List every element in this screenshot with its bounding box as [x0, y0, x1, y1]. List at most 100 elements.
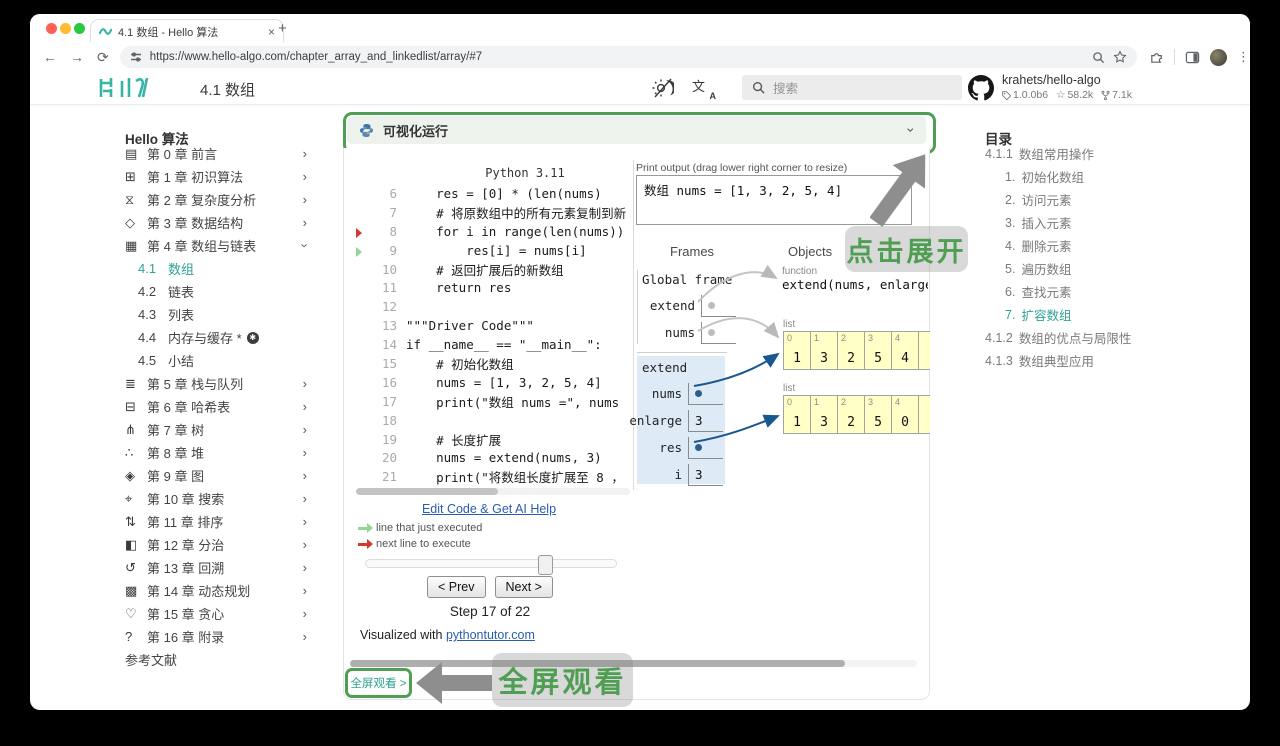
- sidebar-item-ch7[interactable]: ⋔ 第 7 章 树 ›: [125, 418, 307, 441]
- sidebar-item-ch12[interactable]: ◧ 第 12 章 分治 ›: [125, 533, 307, 556]
- toc-item-4-1-2[interactable]: 4.1.2 数组的优点与局限性: [985, 326, 1225, 349]
- reload-icon[interactable]: ⟳: [97, 49, 109, 66]
- visual-run-summary[interactable]: 可视化运行 ›: [347, 116, 926, 144]
- scrollbar-thumb[interactable]: [356, 488, 498, 495]
- maximize-window-button[interactable]: [74, 23, 85, 34]
- hello-algo-logo[interactable]: [98, 75, 152, 101]
- toc-item-4-1-3[interactable]: 4.1.3 数组典型应用: [985, 349, 1225, 372]
- hash-icon: ⊟: [125, 398, 136, 414]
- sidebar-item-4-4[interactable]: 4.4 内存与缓存 * ✱: [125, 326, 307, 349]
- tab-close-icon[interactable]: ×: [268, 25, 275, 39]
- edit-code-link[interactable]: Edit Code & Get AI Help: [422, 502, 556, 516]
- browser-tab[interactable]: 4.1 数组 - Hello 算法 ×: [90, 19, 284, 43]
- python-icon: [359, 123, 374, 137]
- github-repo-link[interactable]: krahets/hello-algo 1.0.0b6 ☆ 58.2k 7.1k: [968, 74, 1132, 101]
- sidebar-item-ch14[interactable]: ▩ 第 14 章 动态规划 ›: [125, 579, 307, 602]
- new-tab-button[interactable]: +: [278, 20, 287, 37]
- toc-item-6[interactable]: 6. 查找元素: [985, 280, 1225, 303]
- chevron-right-icon: ›: [302, 560, 307, 575]
- sort-icon: ⇅: [125, 513, 136, 529]
- back-icon[interactable]: ←: [43, 49, 57, 65]
- fullscreen-link[interactable]: 全屏观看 >: [351, 675, 407, 691]
- sidebar-item-references[interactable]: 参考文献: [125, 648, 307, 671]
- browser-toolbar: ← → ⟳ https://www.hello-algo.com/chapter…: [30, 42, 1250, 73]
- sidebar-item-4-5[interactable]: 4.5 小结: [125, 349, 307, 372]
- chevron-right-icon: ›: [302, 629, 307, 644]
- url-text[interactable]: https://www.hello-algo.com/chapter_array…: [150, 51, 1084, 63]
- annotation-highlight-box: 全屏观看 >: [345, 668, 412, 698]
- sidebar-item-ch2[interactable]: ⧖ 第 2 章 复杂度分析 ›: [125, 188, 307, 211]
- search-icon: [752, 81, 765, 94]
- fork-icon: [1101, 90, 1110, 100]
- toc-item-1[interactable]: 1. 初始化数组: [985, 165, 1225, 188]
- side-panel-icon[interactable]: [1185, 50, 1200, 65]
- toc-item-7[interactable]: 7. 扩容数组: [985, 303, 1225, 326]
- github-icon: [968, 74, 994, 100]
- chevron-right-icon: ›: [302, 399, 307, 414]
- sidebar-item-ch16[interactable]: ? 第 16 章 附录 ›: [125, 625, 307, 648]
- step-slider-thumb[interactable]: [538, 555, 553, 575]
- annotation-arrow-left-icon: [416, 662, 492, 704]
- sidebar-item-4-2[interactable]: 4.2 链表: [125, 280, 307, 303]
- sidebar-item-ch0[interactable]: ▤ 第 0 章 前言 ›: [125, 142, 307, 165]
- book-icon: ▤: [125, 145, 138, 161]
- sidebar-item-ch11[interactable]: ⇅ 第 11 章 排序 ›: [125, 510, 307, 533]
- address-bar[interactable]: https://www.hello-algo.com/chapter_array…: [119, 46, 1137, 68]
- sidebar-item-ch10[interactable]: ⌖ 第 10 章 搜索 ›: [125, 487, 307, 510]
- toc-item-2[interactable]: 2. 访问元素: [985, 188, 1225, 211]
- sidebar-item-ch13[interactable]: ↺ 第 13 章 回溯 ›: [125, 556, 307, 579]
- code-horizontal-scrollbar[interactable]: [356, 488, 630, 495]
- chevron-right-icon: ›: [302, 537, 307, 552]
- code-pane: 6 res = [0] * (len(nums) 7 # 将原数组中的所有元素复…: [381, 185, 627, 486]
- translate-icon[interactable]: 文 A: [692, 76, 716, 101]
- sidebar-item-ch6[interactable]: ⊟ 第 6 章 哈希表 ›: [125, 395, 307, 418]
- chevron-right-icon: ›: [302, 192, 307, 207]
- chevron-down-icon: ›: [297, 243, 313, 248]
- zoom-icon[interactable]: [1092, 51, 1105, 64]
- site-header: 4.1 数组 文 A 搜索 krahets/hello-algo 1.0.0b6: [30, 72, 1250, 105]
- menu-dots-icon[interactable]: ⋮: [1237, 49, 1250, 65]
- toc-item-4[interactable]: 4. 删除元素: [985, 234, 1225, 257]
- profile-avatar[interactable]: [1210, 48, 1227, 66]
- screenshot-stage: 4.1 数组 - Hello 算法 × + ← → ⟳ https://www.…: [0, 0, 1280, 746]
- sidebar-item-ch9[interactable]: ◈ 第 9 章 图 ›: [125, 464, 307, 487]
- chevron-right-icon: ›: [302, 215, 307, 230]
- site-settings-icon[interactable]: [130, 51, 142, 63]
- forward-icon[interactable]: →: [70, 49, 84, 65]
- next-button[interactable]: Next >: [494, 576, 553, 598]
- toc-item-4-1-1[interactable]: 4.1.1 数组常用操作: [985, 142, 1225, 165]
- chevron-right-icon: ›: [302, 169, 307, 184]
- sidebar-item-ch8[interactable]: ∴ 第 8 章 堆 ›: [125, 441, 307, 464]
- close-window-button[interactable]: [46, 23, 57, 34]
- chevron-right-icon: ›: [302, 491, 307, 506]
- visualized-with: Visualized with pythontutor.com: [360, 628, 535, 642]
- star-icon: ☆: [1056, 89, 1066, 101]
- sidebar-item-ch4[interactable]: ▦ 第 4 章 数组与链表 ›: [125, 234, 312, 257]
- annotation-fullscreen-badge: 全屏观看: [492, 653, 633, 707]
- paid-badge-icon: ✱: [246, 331, 259, 344]
- bookmark-star-icon[interactable]: [1113, 50, 1127, 64]
- toc-item-5[interactable]: 5. 遍历数组: [985, 257, 1225, 280]
- sidebar-item-ch1[interactable]: ⊞ 第 1 章 初识算法 ›: [125, 165, 307, 188]
- toc-item-3[interactable]: 3. 插入元素: [985, 211, 1225, 234]
- toc-nav: 4.1.1 数组常用操作 1. 初始化数组 2. 访问元素 3. 插入元素 4. 删除元素…: [985, 142, 1225, 372]
- prev-button[interactable]: < Prev: [427, 576, 486, 598]
- chevron-right-icon: ›: [302, 606, 307, 621]
- search-input[interactable]: 搜索: [742, 75, 962, 100]
- sidebar-item-ch15[interactable]: ♡ 第 15 章 贪心 ›: [125, 602, 307, 625]
- pythontutor-link[interactable]: pythontutor.com: [446, 628, 535, 642]
- favicon-icon: [99, 28, 112, 35]
- sidebar-item-4-1[interactable]: 4.1 数组: [125, 257, 307, 280]
- chevron-down-icon[interactable]: ›: [904, 128, 920, 133]
- dp-icon: ▩: [125, 582, 138, 598]
- next-line-arrow-icon: [358, 539, 373, 549]
- browser-window: 4.1 数组 - Hello 算法 × + ← → ⟳ https://www.…: [30, 14, 1250, 710]
- minimize-window-button[interactable]: [60, 23, 71, 34]
- repo-meta: 1.0.0b6 ☆ 58.2k 7.1k: [1002, 89, 1132, 101]
- step-slider-track[interactable]: [365, 559, 617, 568]
- sidebar-item-ch3[interactable]: ◇ 第 3 章 数据结构 ›: [125, 211, 307, 234]
- theme-toggle-icon[interactable]: [652, 77, 674, 99]
- extensions-icon[interactable]: [1149, 50, 1164, 65]
- sidebar-item-4-3[interactable]: 4.3 列表: [125, 303, 307, 326]
- sidebar-item-ch5[interactable]: ≣ 第 5 章 栈与队列 ›: [125, 372, 307, 395]
